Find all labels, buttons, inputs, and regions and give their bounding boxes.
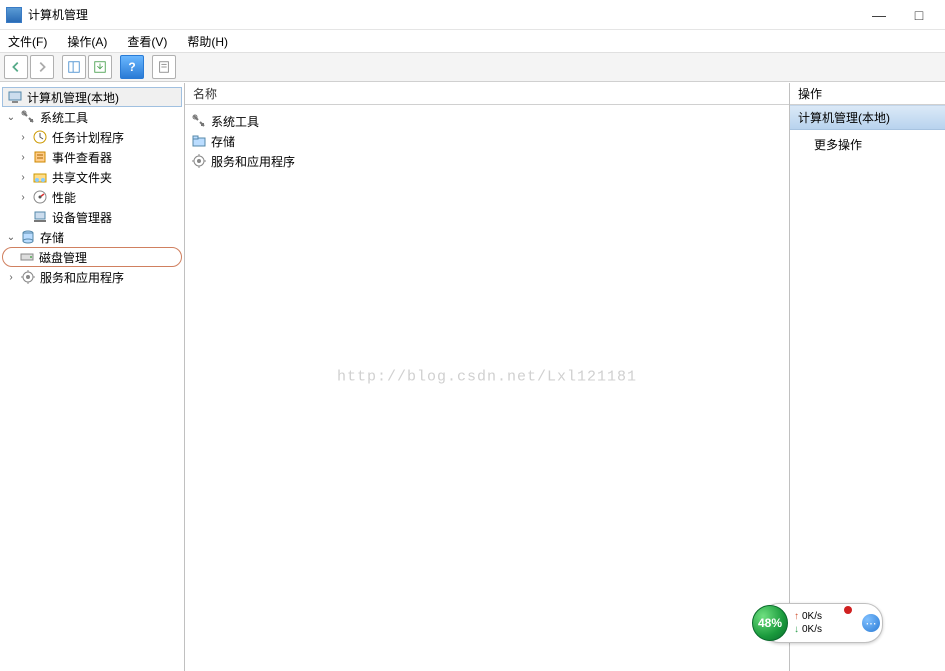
storage-folder-icon xyxy=(191,133,207,149)
list-column-name[interactable]: 名称 xyxy=(185,83,789,105)
chevron-right-icon[interactable]: › xyxy=(16,130,30,144)
tree-storage[interactable]: ⌄ 存储 xyxy=(2,227,182,247)
list-item-label: 系统工具 xyxy=(211,113,259,130)
disk-icon xyxy=(19,249,35,265)
list-item-services-apps[interactable]: 服务和应用程序 xyxy=(189,151,785,171)
tree-services-apps-label: 服务和应用程序 xyxy=(40,269,124,286)
tree-task-scheduler[interactable]: › 任务计划程序 xyxy=(2,127,182,147)
actions-header: 操作 xyxy=(790,83,945,105)
storage-icon xyxy=(20,229,36,245)
chevron-down-icon[interactable]: ⌄ xyxy=(4,230,18,244)
app-icon xyxy=(6,7,22,23)
toolbar-panel-button[interactable] xyxy=(62,55,86,79)
widget-up-speed: 0K/s xyxy=(802,610,822,623)
arrow-down-icon: ↓ xyxy=(794,623,799,636)
widget-percent-ball[interactable]: 48% xyxy=(752,605,788,641)
share-icon xyxy=(32,169,48,185)
tools-icon xyxy=(191,113,207,129)
list-body: 系统工具 存储 服务和应用程序 xyxy=(185,105,789,177)
tree-system-tools-label: 系统工具 xyxy=(40,109,88,126)
chevron-down-icon[interactable]: ⌄ xyxy=(4,110,18,124)
actions-selected[interactable]: 计算机管理(本地) xyxy=(790,105,945,130)
minimize-button[interactable]: — xyxy=(859,1,899,29)
menu-action[interactable]: 操作(A) xyxy=(63,31,111,52)
actions-pane: 操作 计算机管理(本地) 更多操作 xyxy=(790,83,945,671)
menu-file[interactable]: 文件(F) xyxy=(4,31,51,52)
toolbar-export-button[interactable] xyxy=(88,55,112,79)
tree-root[interactable]: 计算机管理(本地) xyxy=(2,87,182,107)
actions-more[interactable]: 更多操作 xyxy=(790,130,945,159)
toolbar-forward-button[interactable] xyxy=(30,55,54,79)
tree-performance-label: 性能 xyxy=(52,189,76,206)
computer-icon xyxy=(7,89,23,105)
chevron-right-icon[interactable]: › xyxy=(16,150,30,164)
toolbar-back-button[interactable] xyxy=(4,55,28,79)
tree-device-manager[interactable]: › 设备管理器 xyxy=(2,207,182,227)
services-icon xyxy=(191,153,207,169)
content-area: 计算机管理(本地) ⌄ 系统工具 › 任务计划程序 › 事件查看器 › xyxy=(0,82,945,671)
widget-alert-dot xyxy=(844,606,852,614)
window-title: 计算机管理 xyxy=(28,6,88,23)
chevron-right-icon[interactable]: › xyxy=(4,270,18,284)
tree-root-label: 计算机管理(本地) xyxy=(27,89,119,106)
titlebar: 计算机管理 — □ × xyxy=(0,0,945,30)
clock-icon xyxy=(32,129,48,145)
tree-pane: 计算机管理(本地) ⌄ 系统工具 › 任务计划程序 › 事件查看器 › xyxy=(0,83,185,671)
chevron-right-icon[interactable]: › xyxy=(16,170,30,184)
tree-device-manager-label: 设备管理器 xyxy=(52,209,112,226)
tree-disk-management[interactable]: › 磁盘管理 xyxy=(2,247,182,267)
tree-event-viewer[interactable]: › 事件查看器 xyxy=(2,147,182,167)
list-item-system-tools[interactable]: 系统工具 xyxy=(189,111,785,131)
services-icon xyxy=(20,269,36,285)
widget-speeds: ↑0K/s ↓0K/s xyxy=(794,610,822,636)
event-icon xyxy=(32,149,48,165)
toolbar: ? xyxy=(0,52,945,82)
tree-system-tools[interactable]: ⌄ 系统工具 xyxy=(2,107,182,127)
list-item-label: 服务和应用程序 xyxy=(211,153,295,170)
tree-event-viewer-label: 事件查看器 xyxy=(52,149,112,166)
tree-shared-folders[interactable]: › 共享文件夹 xyxy=(2,167,182,187)
tree-task-scheduler-label: 任务计划程序 xyxy=(52,129,124,146)
tree-shared-folders-label: 共享文件夹 xyxy=(52,169,112,186)
device-icon xyxy=(32,209,48,225)
menu-help[interactable]: 帮助(H) xyxy=(183,31,232,52)
menu-view[interactable]: 查看(V) xyxy=(123,31,171,52)
list-item-label: 存储 xyxy=(211,133,235,150)
widget-expand-button[interactable]: ⋯ xyxy=(862,614,880,632)
tree-disk-management-label: 磁盘管理 xyxy=(39,249,87,266)
tree-performance[interactable]: › 性能 xyxy=(2,187,182,207)
performance-icon xyxy=(32,189,48,205)
floating-network-widget[interactable]: 48% ↑0K/s ↓0K/s ⋯ xyxy=(761,603,883,643)
watermark: http://blog.csdn.net/Lxl121181 xyxy=(337,369,637,386)
widget-down-speed: 0K/s xyxy=(802,623,822,636)
toolbar-properties-button[interactable] xyxy=(152,55,176,79)
arrow-up-icon: ↑ xyxy=(794,610,799,623)
list-pane: 名称 系统工具 存储 服务和应用程序 http://blog.cs xyxy=(185,83,790,671)
maximize-button[interactable]: □ xyxy=(899,1,939,29)
tree-storage-label: 存储 xyxy=(40,229,64,246)
toolbar-help-button[interactable]: ? xyxy=(120,55,144,79)
tools-icon xyxy=(20,109,36,125)
chevron-right-icon[interactable]: › xyxy=(16,190,30,204)
tree-services-apps[interactable]: › 服务和应用程序 xyxy=(2,267,182,287)
list-item-storage[interactable]: 存储 xyxy=(189,131,785,151)
menubar: 文件(F) 操作(A) 查看(V) 帮助(H) xyxy=(0,30,945,52)
